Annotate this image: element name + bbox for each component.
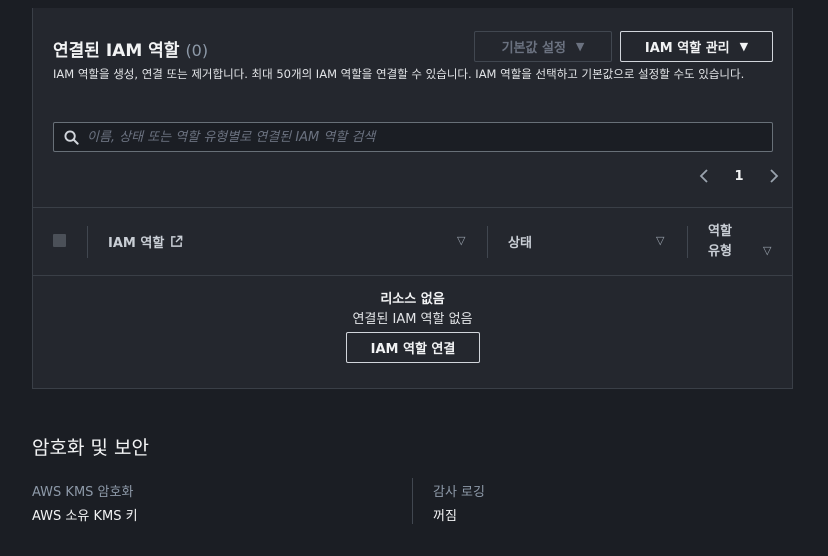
column-divider	[87, 226, 88, 258]
role-count: (0)	[185, 41, 209, 60]
set-default-button[interactable]: 기본값 설정 ▼	[474, 31, 612, 62]
sort-caret-icon[interactable]: ▽	[457, 234, 465, 247]
external-link-icon	[171, 235, 183, 247]
empty-state-subtitle: 연결된 IAM 역할 없음	[352, 312, 473, 327]
audit-logging-label: 감사 로깅	[433, 485, 485, 500]
encryption-section-title: 암호화 및 보안	[32, 437, 149, 459]
column-role-type-line2: 유형	[708, 244, 732, 259]
column-divider	[487, 226, 488, 258]
caret-down-icon: ▼	[575, 40, 585, 53]
audit-logging-value: 꺼짐	[433, 509, 457, 524]
search-input[interactable]	[87, 129, 727, 145]
column-header-role-type[interactable]: 역할 유형	[708, 222, 732, 262]
panel-header: 연결된 IAM 역할 (0)	[53, 36, 208, 61]
column-iam-role-label: IAM 역할	[108, 236, 165, 251]
chevron-right-icon[interactable]	[769, 168, 779, 184]
sort-caret-icon[interactable]: ▽	[763, 244, 771, 257]
empty-state-title: 리소스 없음	[380, 292, 445, 307]
attach-label: IAM 역할 연결	[370, 342, 456, 357]
column-header-iam-role[interactable]: IAM 역할	[108, 232, 183, 251]
manage-label: IAM 역할 관리	[644, 41, 730, 56]
pagination: 1	[699, 165, 779, 187]
table-header: IAM 역할 ▽ 상태 ▽ 역할 유형 ▽	[33, 207, 792, 276]
column-divider	[412, 478, 413, 524]
sort-caret-icon[interactable]: ▽	[656, 234, 664, 247]
page-number[interactable]: 1	[734, 169, 743, 184]
kms-encryption-label: AWS KMS 암호화	[32, 485, 134, 500]
attached-iam-roles-panel: 연결된 IAM 역할 (0) 기본값 설정 ▼ IAM 역할 관리 ▼ IAM …	[32, 8, 793, 389]
manage-iam-roles-button[interactable]: IAM 역할 관리 ▼	[620, 31, 773, 62]
column-header-status[interactable]: 상태	[508, 232, 532, 251]
column-role-type-line1: 역할	[708, 224, 732, 239]
search-box[interactable]	[53, 122, 773, 152]
set-default-label: 기본값 설정	[501, 41, 566, 56]
select-all-checkbox[interactable]	[53, 234, 66, 247]
caret-down-icon: ▼	[739, 40, 749, 53]
column-divider	[687, 226, 688, 258]
chevron-left-icon[interactable]	[699, 168, 709, 184]
search-icon	[64, 129, 79, 145]
panel-description: IAM 역할을 생성, 연결 또는 제거합니다. 최대 50개의 IAM 역할을…	[53, 67, 745, 81]
panel-title: 연결된 IAM 역할	[53, 41, 180, 61]
attach-iam-role-button[interactable]: IAM 역할 연결	[346, 332, 480, 363]
kms-encryption-value: AWS 소유 KMS 키	[32, 509, 138, 524]
